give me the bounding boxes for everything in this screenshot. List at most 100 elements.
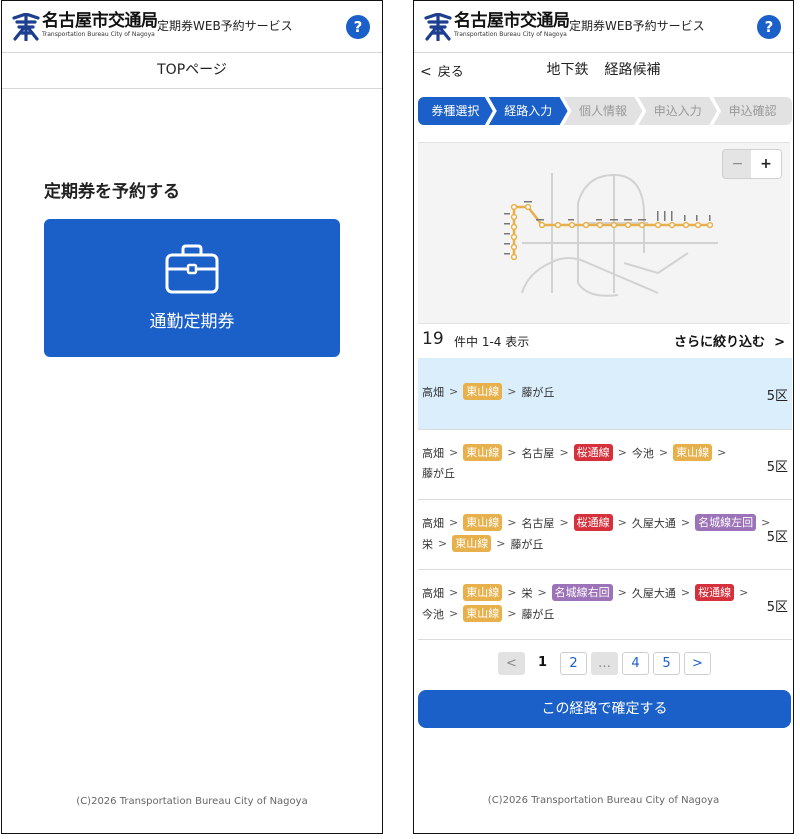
page-button[interactable]: > xyxy=(684,652,711,675)
route-arrow-icon: > xyxy=(559,515,569,529)
line-badge: 桜通線 xyxy=(695,584,735,601)
route-arrow-icon: > xyxy=(449,606,459,620)
route-arrow-icon: > xyxy=(739,585,749,599)
route-option[interactable]: 高畑 > 東山線 > 名古屋 > 桜通線 > 久屋大通 > 名城線左回 > 栄 > 東山線 > 藤が丘 5区 xyxy=(418,500,792,570)
result-count-row: 19 件中 1-4 表示 さらに絞り込む > xyxy=(422,329,785,353)
station-name: 藤が丘 xyxy=(521,607,555,621)
page-button: < xyxy=(498,652,525,675)
line-badge: 東山線 xyxy=(452,535,492,552)
service-name: 定期券WEB予約サービス xyxy=(157,19,293,33)
nagoya-city-logo xyxy=(12,13,40,41)
help-button[interactable]: ? xyxy=(757,15,781,39)
route-arrow-icon: > xyxy=(507,606,517,620)
line-badge: 東山線 xyxy=(463,514,503,531)
route-arrow-icon: > xyxy=(496,536,506,550)
brand-name: 名古屋市交通局 xyxy=(42,11,158,31)
app-header: 名古屋市交通局 Transportation Bureau City of Na… xyxy=(2,1,382,53)
zoom-in-button[interactable]: + xyxy=(751,150,781,178)
route-arrow-icon: > xyxy=(617,515,627,529)
route-arrow-icon: > xyxy=(717,445,727,459)
route-option[interactable]: 高畑 > 東山線 > 藤が丘 5区 xyxy=(418,358,792,430)
route-arrow-icon: > xyxy=(449,384,459,398)
line-badge: 東山線 xyxy=(463,444,503,461)
zoom-controls: − + xyxy=(722,149,782,179)
route-arrow-icon: > xyxy=(507,515,517,529)
page-title-bar: TOPページ xyxy=(2,53,382,89)
pagination: <1 2… 4 5 > xyxy=(414,652,793,676)
brand-name: 名古屋市交通局 xyxy=(454,11,570,31)
route-candidates-screen: 名古屋市交通局 Transportation Bureau City of Na… xyxy=(413,0,794,834)
brand-name-en: Transportation Bureau City of Nagoya xyxy=(42,31,155,38)
step-1: 券種選択 xyxy=(418,97,493,125)
brand: 名古屋市交通局 Transportation Bureau City of Na… xyxy=(454,11,570,39)
service-name: 定期券WEB予約サービス xyxy=(569,19,705,33)
route-arrow-icon: > xyxy=(658,445,669,459)
page-title: 地下鉄 経路候補 xyxy=(414,59,793,79)
fare-zone: 5区 xyxy=(766,600,788,615)
station-name: 藤が丘 xyxy=(422,467,455,480)
page-button[interactable]: 5 xyxy=(653,652,680,675)
step-3: 個人情報 xyxy=(564,97,643,125)
route-arrow-icon: > xyxy=(449,445,459,459)
brand: 名古屋市交通局 Transportation Bureau City of Na… xyxy=(42,11,158,39)
station-name: 高畑 xyxy=(422,446,444,460)
station-name: 高畑 xyxy=(422,586,444,600)
station-name: 栄 xyxy=(521,586,533,600)
copyright-footer: (C)2026 Transportation Bureau City of Na… xyxy=(76,796,308,807)
route-map[interactable]: − + xyxy=(418,142,790,324)
result-range: 件中 1-4 表示 xyxy=(454,335,530,349)
route-arrow-icon: > xyxy=(559,445,569,459)
fare-zone: 5区 xyxy=(766,460,788,475)
route-arrow-icon: > xyxy=(507,384,517,398)
step-2: 経路入力 xyxy=(489,97,568,125)
line-badge: 東山線 xyxy=(463,383,503,400)
route-arrow-icon: > xyxy=(449,585,459,599)
station-name: 藤が丘 xyxy=(521,385,555,399)
station-name: 今池 xyxy=(631,446,654,460)
route-arrow-icon: > xyxy=(507,445,517,459)
route-arrow-icon: > xyxy=(617,445,627,459)
title-page: 経路候補 xyxy=(604,62,661,78)
line-badge: 桜通線 xyxy=(573,514,613,531)
refine-button[interactable]: さらに絞り込む > xyxy=(674,331,785,350)
page-title: TOPページ xyxy=(157,62,227,78)
station-name: 高畑 xyxy=(422,516,444,530)
route-arrow-icon: > xyxy=(537,585,547,599)
step-4: 申込入力 xyxy=(638,97,717,125)
progress-steps: 券種選択 経路入力 個人情報 申込入力 申込確認 xyxy=(418,97,792,125)
briefcase-icon xyxy=(165,244,219,294)
line-badge: 東山線 xyxy=(463,605,503,622)
nagoya-city-logo xyxy=(424,13,452,41)
refine-label: さらに絞り込む xyxy=(674,335,766,350)
commute-pass-button[interactable]: 通勤定期券 xyxy=(44,219,340,357)
page-button: 1 xyxy=(537,655,548,670)
station-name: 名古屋 xyxy=(521,516,555,530)
page-button[interactable]: 2 xyxy=(560,652,587,675)
fare-zone: 5区 xyxy=(766,389,788,404)
route-arrow-icon: > xyxy=(438,536,448,550)
chevron-right-icon: > xyxy=(774,335,785,350)
page-button: … xyxy=(591,652,618,675)
route-arrow-icon: > xyxy=(507,585,517,599)
route-arrow-icon: > xyxy=(680,585,691,599)
fare-zone: 5区 xyxy=(766,530,788,545)
help-button[interactable]: ? xyxy=(346,15,370,39)
page-button[interactable]: 4 xyxy=(622,652,649,675)
station-name: 久屋大通 xyxy=(631,516,676,530)
route-arrow-icon: > xyxy=(680,515,691,529)
line-badge: 名城線左回 xyxy=(695,514,757,531)
route-arrow-icon: > xyxy=(617,585,627,599)
station-name: 名古屋 xyxy=(521,446,555,460)
brand-name-en: Transportation Bureau City of Nagoya xyxy=(454,31,567,38)
title-mode: 地下鉄 xyxy=(546,62,589,78)
copyright-footer: (C)2026 Transportation Bureau City of Na… xyxy=(487,795,720,806)
line-badge: 桜通線 xyxy=(573,444,613,461)
top-page-screen: 名古屋市交通局 Transportation Bureau City of Na… xyxy=(1,0,383,834)
station-name: 今池 xyxy=(422,607,444,621)
route-option[interactable]: 高畑 > 東山線 > 名古屋 > 桜通線 > 今池 > 東山線 > 藤が丘 5区 xyxy=(418,430,792,500)
commute-pass-label: 通勤定期券 xyxy=(149,312,235,332)
confirm-route-button[interactable]: この経路で確定する xyxy=(418,690,791,728)
route-option[interactable]: 高畑 > 東山線 > 栄 > 名城線右回 > 久屋大通 > 桜通線 > 今池 > 東山線 > 藤が丘 5区 xyxy=(418,570,792,640)
line-badge: 東山線 xyxy=(673,444,713,461)
zoom-out-button[interactable]: − xyxy=(723,150,752,178)
